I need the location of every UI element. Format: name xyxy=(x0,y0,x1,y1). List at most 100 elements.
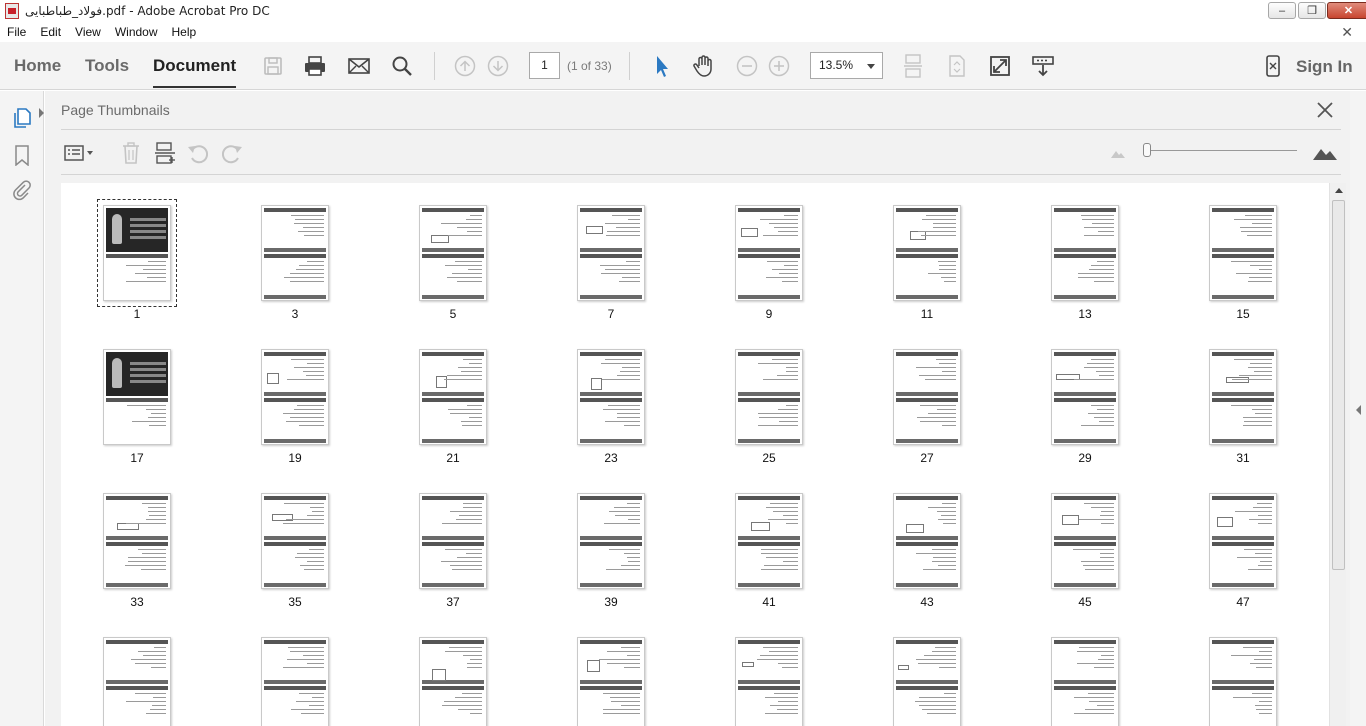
close-document-icon[interactable]: ✕ xyxy=(1334,24,1360,41)
page-thumbnail[interactable] xyxy=(261,637,329,726)
text-line xyxy=(766,277,798,278)
scrolling-mode-icon[interactable] xyxy=(901,54,925,78)
zoom-in-icon[interactable] xyxy=(767,54,791,78)
page-thumbnail[interactable] xyxy=(735,205,803,301)
tab-home[interactable]: Home xyxy=(14,56,61,76)
attachments-icon[interactable] xyxy=(11,179,33,201)
text-line xyxy=(770,705,798,706)
page-thumbnail[interactable] xyxy=(735,349,803,445)
page-thumbnail[interactable] xyxy=(103,349,171,445)
menu-edit[interactable]: Edit xyxy=(33,25,68,39)
read-mode-icon[interactable] xyxy=(1031,54,1055,78)
restore-button[interactable]: ❐ xyxy=(1298,2,1326,19)
page-number-input[interactable]: 1 xyxy=(529,52,560,79)
page-thumbnail[interactable] xyxy=(261,349,329,445)
page-thumbnails-icon[interactable] xyxy=(11,107,33,129)
text-line xyxy=(1100,557,1114,558)
menu-help[interactable]: Help xyxy=(165,25,204,39)
sign-in-link[interactable]: Sign In xyxy=(1296,57,1353,77)
zoom-out-icon[interactable] xyxy=(735,54,759,78)
text-line xyxy=(303,371,324,372)
text-line xyxy=(609,549,640,550)
page-thumbnail[interactable] xyxy=(1051,205,1119,301)
text-line xyxy=(621,705,640,706)
text-line xyxy=(624,425,640,426)
thumbnail-size-slider[interactable] xyxy=(1145,150,1297,151)
print-icon[interactable] xyxy=(303,54,327,78)
page-thumbnail[interactable] xyxy=(261,205,329,301)
page-thumbnail[interactable] xyxy=(735,493,803,589)
tab-tools[interactable]: Tools xyxy=(85,56,129,76)
page-thumbnail[interactable] xyxy=(103,637,171,726)
right-pane-toggle[interactable] xyxy=(1350,91,1366,726)
text-line xyxy=(1243,417,1272,418)
next-page-icon[interactable] xyxy=(486,54,510,78)
text-line xyxy=(288,647,324,648)
save-icon[interactable] xyxy=(261,54,285,78)
page-thumbnail[interactable] xyxy=(419,493,487,589)
text-line xyxy=(298,231,324,232)
page-thumbnail[interactable] xyxy=(419,349,487,445)
search-icon[interactable] xyxy=(390,54,414,78)
menu-view[interactable]: View xyxy=(68,25,108,39)
page-thumbnail[interactable] xyxy=(261,493,329,589)
menu-window[interactable]: Window xyxy=(108,25,165,39)
page-thumbnail[interactable] xyxy=(577,205,645,301)
hand-icon[interactable] xyxy=(692,54,716,78)
expand-right-pane-icon[interactable] xyxy=(1356,405,1361,415)
page-number-label: 47 xyxy=(1236,595,1250,609)
close-panel-icon[interactable] xyxy=(1315,100,1335,120)
collapse-arrow-icon[interactable] xyxy=(39,108,44,118)
page-thumbnail[interactable] xyxy=(97,199,177,307)
page-thumbnail[interactable] xyxy=(893,637,961,726)
page-thumbnail[interactable] xyxy=(893,205,961,301)
text-line xyxy=(287,659,324,660)
tab-document[interactable]: Document xyxy=(153,56,237,88)
minimize-button[interactable]: – xyxy=(1268,2,1296,19)
page-thumbnail[interactable] xyxy=(893,493,961,589)
page-header-band xyxy=(896,398,958,402)
menu-file[interactable]: File xyxy=(0,25,33,39)
page-thumbnail[interactable] xyxy=(103,493,171,589)
page-thumbnail[interactable] xyxy=(1051,637,1119,726)
page-display-icon[interactable] xyxy=(945,54,969,78)
page-thumbnail[interactable] xyxy=(419,637,487,726)
vertical-scrollbar[interactable] xyxy=(1329,183,1346,726)
page-thumbnail[interactable] xyxy=(893,349,961,445)
insert-page-icon[interactable] xyxy=(153,141,177,165)
slider-handle[interactable] xyxy=(1143,143,1151,157)
page-thumbnail[interactable] xyxy=(1209,493,1277,589)
scrollbar-thumb[interactable] xyxy=(1332,200,1345,570)
zoom-select[interactable]: 13.5% xyxy=(810,52,883,79)
bookmarks-icon[interactable] xyxy=(11,144,33,167)
rotate-ccw-icon[interactable] xyxy=(186,141,210,165)
close-button[interactable]: ✕ xyxy=(1327,2,1366,19)
full-screen-icon[interactable] xyxy=(988,54,1012,78)
page-thumbnail[interactable] xyxy=(1051,349,1119,445)
page-thumbnail[interactable] xyxy=(1051,493,1119,589)
text-line xyxy=(941,515,956,516)
page-thumbnail[interactable] xyxy=(419,205,487,301)
text-line xyxy=(778,663,798,664)
page-thumbnail[interactable] xyxy=(1209,637,1277,726)
page-thumbnail[interactable] xyxy=(735,637,803,726)
text-line xyxy=(1097,705,1114,706)
small-mountain-icon[interactable] xyxy=(1106,141,1130,165)
page-thumbnail[interactable] xyxy=(577,637,645,726)
large-mountain-icon[interactable] xyxy=(1311,141,1339,165)
prev-page-icon[interactable] xyxy=(453,54,477,78)
page-thumbnail[interactable] xyxy=(577,349,645,445)
email-icon[interactable] xyxy=(347,54,371,78)
delete-page-icon[interactable] xyxy=(119,141,143,165)
page-thumbnail[interactable] xyxy=(1209,205,1277,301)
rotate-cw-icon[interactable] xyxy=(220,141,244,165)
text-line xyxy=(935,647,956,648)
page-footer-band xyxy=(422,248,484,252)
mobile-link-icon[interactable] xyxy=(1261,54,1285,78)
page-thumbnail[interactable] xyxy=(577,493,645,589)
thumbnail-options-icon[interactable] xyxy=(63,141,95,165)
scroll-up-arrow-icon[interactable] xyxy=(1335,188,1343,193)
text-line xyxy=(758,363,798,364)
page-thumbnail[interactable] xyxy=(1209,349,1277,445)
select-cursor-icon[interactable] xyxy=(649,54,673,78)
